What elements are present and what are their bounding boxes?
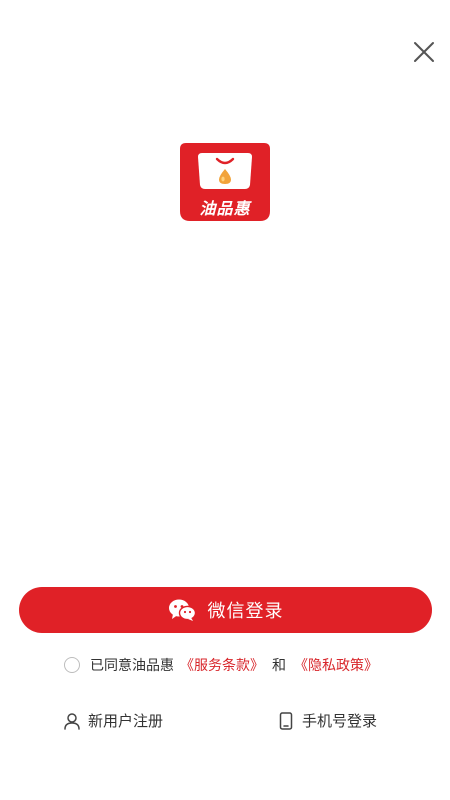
login-screen: 油品惠 微信登录 已同意油品惠 《服务条款》 和 《隐私政策》 新用户注册 手机… <box>0 0 450 800</box>
wechat-icon <box>168 598 196 622</box>
register-label: 新用户注册 <box>88 712 164 730</box>
phone-login-button[interactable]: 手机号登录 <box>277 710 377 731</box>
app-logo: 油品惠 <box>178 141 272 223</box>
agreement-prefix: 已同意油品惠 <box>90 658 174 674</box>
close-icon <box>413 41 435 67</box>
agreement-conjunction: 和 <box>272 658 286 674</box>
agreement-row: 已同意油品惠 《服务条款》 和 《隐私政策》 <box>64 654 378 676</box>
terms-link[interactable]: 《服务条款》 <box>180 655 264 675</box>
register-button[interactable]: 新用户注册 <box>63 710 163 731</box>
user-icon <box>63 712 81 730</box>
app-logo-text: 油品惠 <box>199 199 251 218</box>
close-button[interactable] <box>408 38 440 70</box>
phone-icon <box>277 711 295 730</box>
phone-login-label: 手机号登录 <box>302 712 378 730</box>
wechat-login-button[interactable]: 微信登录 <box>19 587 432 633</box>
agree-checkbox[interactable] <box>64 657 80 673</box>
privacy-link[interactable]: 《隐私政策》 <box>294 655 378 675</box>
wechat-login-label: 微信登录 <box>207 601 284 622</box>
bottom-actions: 新用户注册 手机号登录 <box>0 710 450 734</box>
